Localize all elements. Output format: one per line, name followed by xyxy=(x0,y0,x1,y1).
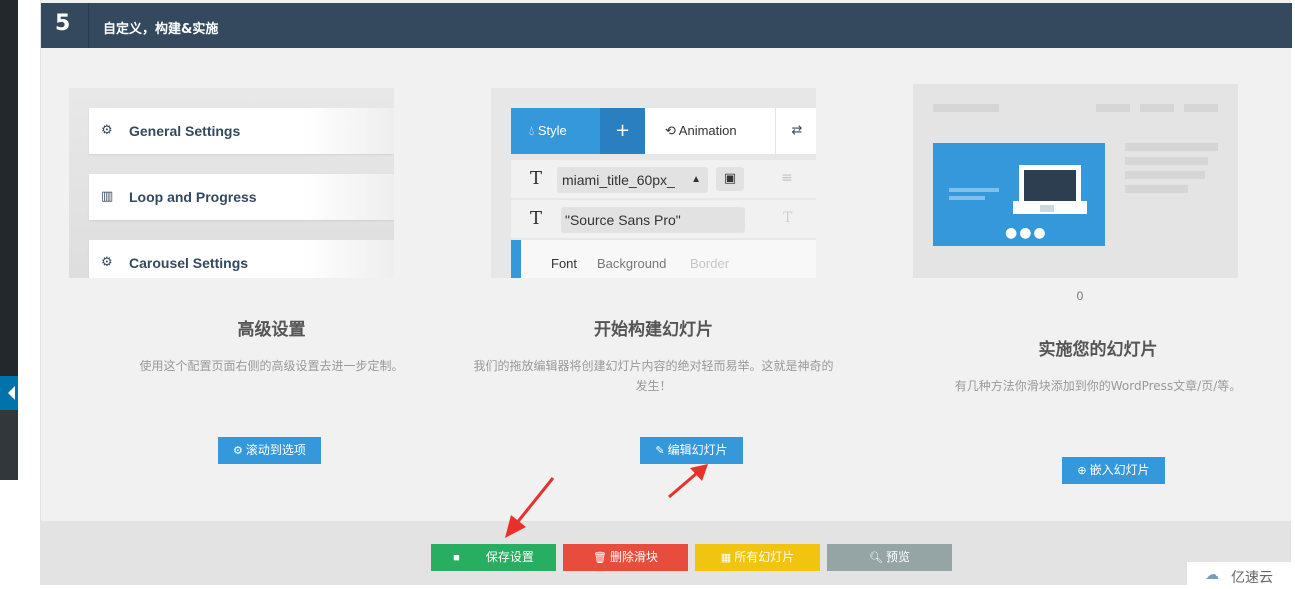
tab-animation: ⟲ Animation xyxy=(645,108,776,154)
setting-row-loop: ▥ Loop and Progress xyxy=(89,174,394,220)
text-size-icon: T xyxy=(783,210,793,226)
save-settings-button[interactable]: ■ 保存设置 xyxy=(431,544,556,571)
setting-row-label: General Settings xyxy=(129,123,241,139)
placeholder-bar xyxy=(1096,104,1130,112)
pencil-icon: ✎ xyxy=(655,445,665,457)
advanced-settings-title: 高级设置 xyxy=(237,320,306,340)
gear-icon: ⚙ xyxy=(233,445,243,457)
button-label: 所有幻灯片 xyxy=(734,550,795,564)
placeholder-bar xyxy=(933,104,999,112)
text-wrap-icon: ≡ xyxy=(781,170,793,186)
placeholder-bar xyxy=(1125,185,1188,193)
step-header: 5 自定义，构建&实施 xyxy=(41,3,1292,48)
admin-submenu xyxy=(0,410,18,480)
search-icon: 🔍︎ xyxy=(869,552,883,564)
slide-text-line xyxy=(949,188,999,192)
button-label: 预览 xyxy=(885,550,910,564)
button-label: 删除滑块 xyxy=(609,550,658,564)
pager-dots-icon: ●●● xyxy=(1005,225,1048,241)
advanced-settings-preview: ⚙ General Settings ▥ Loop and Progress ⚙… xyxy=(69,88,394,278)
delete-slider-button[interactable]: 🗑︎ 删除滑块 xyxy=(563,544,688,571)
plus-circle-icon: ⊕ xyxy=(1077,465,1087,477)
description-line-2: 发生！ xyxy=(635,379,672,393)
slide-illustration: ●●● xyxy=(933,143,1105,246)
setting-row-carousel: ⚙ Carousel Settings xyxy=(89,240,394,278)
slide-text-line xyxy=(949,196,985,200)
implement-slides-title: 实施您的幻灯片 xyxy=(1038,340,1158,360)
build-slides-description: 我们的拖放编辑器将创建幻灯片内容的绝对轻而易举。这就是神奇的 发生！ xyxy=(451,356,856,396)
trash-icon: 🗑︎ xyxy=(593,552,607,564)
placeholder-bar xyxy=(1125,143,1218,151)
style-select-value: miami_title_60px_ xyxy=(562,172,675,188)
placeholder-bar xyxy=(1184,104,1218,112)
advanced-settings-description: 使用这个配置页面右侧的高级设置去进一步定制。 xyxy=(139,359,404,373)
watermark-text: 亿速云 xyxy=(1231,570,1273,586)
droplet-icon: 💧︎ xyxy=(529,123,538,138)
style-select-row: T miami_title_60px_ ▲ ▣ ≡ xyxy=(511,160,816,198)
button-label: 保存设置 xyxy=(485,550,534,564)
gears-icon: ⚙ xyxy=(101,123,113,138)
step-divider xyxy=(88,3,89,48)
sub-tabs-row: Font Background Border xyxy=(511,240,816,278)
add-style-tab: + xyxy=(600,108,645,154)
slides-count: 0 xyxy=(1076,289,1084,303)
placeholder-bar xyxy=(1140,104,1174,112)
embed-slides-button[interactable]: ⊕ 嵌入幻灯片 xyxy=(1062,457,1165,484)
preview-button[interactable]: 🔍︎ 预览 xyxy=(827,544,952,571)
font-family-row: T "Source Sans Pro" T xyxy=(511,200,816,238)
sub-tab-background: Background xyxy=(597,256,667,271)
tab-animation-label: Animation xyxy=(678,123,737,138)
collapse-arrow-icon xyxy=(8,386,15,400)
text-icon: T xyxy=(530,168,543,189)
cloud-logo-icon: ☁ xyxy=(1205,567,1219,583)
step-title: 自定义，构建&实施 xyxy=(103,22,219,37)
floppy-disk-icon: ■ xyxy=(453,552,460,564)
setting-row-label: Loop and Progress xyxy=(129,189,257,205)
description-line-1: 我们的拖放编辑器将创建幻灯片内容的绝对轻而易举。这就是神奇的 xyxy=(473,359,834,373)
save-style-icon: ▣ xyxy=(716,167,744,191)
setting-row-label: Carousel Settings xyxy=(129,255,249,271)
history-icon: ⟲ xyxy=(665,123,679,138)
admin-menu-active-item[interactable] xyxy=(0,376,18,410)
active-indicator xyxy=(511,240,521,278)
grid-icon: ▦ xyxy=(720,552,732,564)
editor-tabbar: 💧︎ Style + ⟲ Animation ⇄ xyxy=(511,108,816,154)
font-family-icon: T xyxy=(530,208,543,229)
font-family-field: "Source Sans Pro" xyxy=(561,207,745,233)
gears-icon: ⚙ xyxy=(101,255,113,270)
laptop-base xyxy=(1013,201,1087,214)
implement-slides-preview: ●●● xyxy=(913,84,1238,278)
scroll-to-options-button[interactable]: ⚙ 滚动到选项 xyxy=(218,437,321,464)
bar-chart-icon: ▥ xyxy=(101,189,114,204)
placeholder-bar xyxy=(1125,157,1208,165)
tab-style-label: Style xyxy=(537,123,567,138)
build-slides-title: 开始构建幻灯片 xyxy=(594,320,713,340)
button-label: 编辑幻灯片 xyxy=(667,443,728,457)
all-slides-button[interactable]: ▦ 所有幻灯片 xyxy=(695,544,820,571)
sub-tab-border: Border xyxy=(690,256,730,271)
slider-configuration-screen: 5 自定义，构建&实施 ⚙ General Settings ▥ Loop an… xyxy=(0,0,1295,589)
watermark: ☁ 亿速云 xyxy=(1187,562,1295,589)
button-label: 滚动到选项 xyxy=(245,443,306,457)
style-select: miami_title_60px_ ▲ xyxy=(557,167,708,193)
edit-slides-button[interactable]: ✎ 编辑幻灯片 xyxy=(640,437,743,464)
admin-sidebar-strip xyxy=(0,0,18,480)
button-label: 嵌入幻灯片 xyxy=(1089,463,1150,477)
slide-builder-preview: 💧︎ Style + ⟲ Animation ⇄ T miami_title_6… xyxy=(491,88,816,278)
step-number: 5 xyxy=(55,11,71,36)
tab-style: 💧︎ Style xyxy=(511,108,600,154)
implement-slides-description: 有几种方法你滑块添加到你的WordPress文章/页/等。 xyxy=(954,379,1242,393)
sub-tab-font: Font xyxy=(551,256,578,271)
select-arrows-icon: ▲ xyxy=(691,174,701,185)
setting-row-general: ⚙ General Settings xyxy=(89,108,394,154)
placeholder-bar xyxy=(1125,171,1205,179)
loop-icon: ⇄ xyxy=(791,123,803,138)
